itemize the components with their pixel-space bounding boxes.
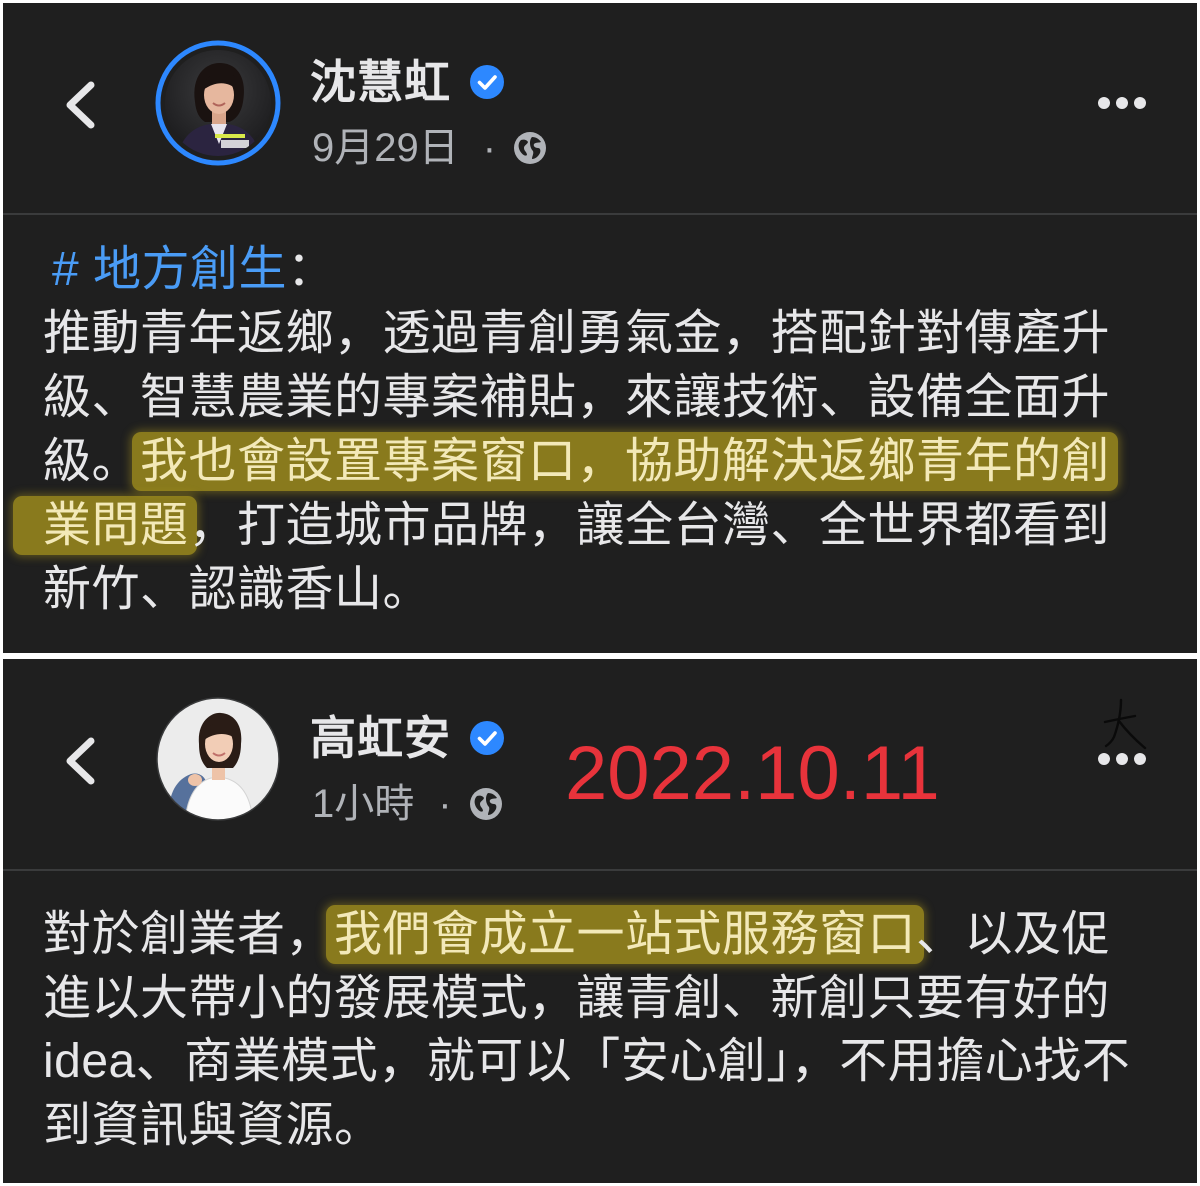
- post-timestamp[interactable]: 1小時: [312, 781, 414, 827]
- body-line: 對於創業者，我們會成立一站式服務窗口、以及促: [43, 903, 1130, 967]
- body-line: 新竹、認識香山。: [43, 558, 1110, 622]
- body-text: 進以大帶小的發展模式，讓青創、新創只要有好的: [43, 971, 1111, 1025]
- highlighted-text: 我也會設置專案窗口，協助解決返鄉青年的創: [132, 432, 1119, 491]
- more-options-icon: [1098, 753, 1146, 765]
- globe-icon: [514, 132, 547, 164]
- handwritten-mark: [1103, 698, 1147, 750]
- back-button[interactable]: [63, 736, 97, 786]
- date-annotation: 2022.10.11: [565, 731, 940, 816]
- header-divider: [3, 869, 1197, 871]
- profile-photo: [156, 697, 280, 821]
- more-options-button[interactable]: [1097, 752, 1147, 766]
- highlighted-text: 我們會成立一站式服務窗口: [326, 905, 925, 964]
- hashtag-link[interactable]: # 地方創生: [52, 243, 287, 296]
- body-text: idea、商業模式，就可以「安心創」，不用擔心找不: [43, 1035, 1131, 1088]
- body-text: ：: [287, 243, 336, 296]
- author-name[interactable]: 高虹安: [310, 712, 451, 764]
- header-divider: [3, 213, 1197, 215]
- body-line: 到資訊與資源。: [43, 1094, 1130, 1158]
- body-line: # 地方創生：: [43, 238, 1110, 302]
- body-line: 業問題，打造城市品牌，讓全台灣、全世界都看到: [13, 494, 1111, 558]
- body-line: 進以大帶小的發展模式，讓青創、新創只要有好的: [43, 967, 1130, 1031]
- body-text: ，打造城市品牌，讓全台灣、全世界都看到: [188, 499, 1111, 552]
- post-body: # 地方創生： 推動青年返鄉，透過青創勇氣金，搭配針對傳產升 級、智慧農業的專案…: [13, 238, 1119, 622]
- highlighted-text: 業問題: [13, 496, 197, 555]
- body-text: 推動青年返鄉，透過青創勇氣金，搭配針對傳產升: [43, 307, 1111, 360]
- post-meta: 1小時 ·: [312, 781, 504, 827]
- body-line: 級、智慧農業的專案補貼，來讓技術、設備全面升: [43, 366, 1110, 430]
- globe-icon: [469, 788, 502, 820]
- body-text: 級。: [43, 435, 141, 488]
- post-card: 高虹安 1小時 · 2022.10.11 對於創業者，我們會成立一站式服務窗口、…: [3, 659, 1197, 1183]
- author-row: 沈慧虹: [310, 56, 505, 108]
- more-options-button[interactable]: [1097, 96, 1147, 110]
- body-text: 到資訊與資源。: [43, 1098, 383, 1152]
- chevron-left-icon: [66, 737, 95, 785]
- body-text: 對於創業者，: [43, 908, 335, 961]
- profile-photo: [155, 40, 281, 166]
- back-button[interactable]: [63, 80, 97, 130]
- author-name[interactable]: 沈慧虹: [310, 56, 451, 108]
- post-meta: 9月29日 ·: [312, 125, 548, 171]
- body-text: 級、智慧農業的專案補貼，來讓技術、設備全面升: [43, 371, 1111, 424]
- post-timestamp[interactable]: 9月29日: [312, 125, 459, 171]
- verified-badge-icon: [470, 65, 504, 99]
- author-avatar[interactable]: [155, 696, 281, 822]
- post-card: 沈慧虹 9月29日 · # 地方創生： 推動青年返鄉，透過青創勇氣金，搭配針對傳…: [3, 3, 1197, 653]
- post-body: 對於創業者，我們會成立一站式服務窗口、以及促 進以大帶小的發展模式，讓青創、新創…: [43, 903, 1130, 1157]
- meta-separator: ·: [438, 782, 452, 826]
- body-line: 級。我也會設置專案窗口，協助解決返鄉青年的創: [43, 430, 1119, 494]
- author-row: 高虹安: [310, 712, 505, 764]
- more-options-icon: [1098, 97, 1146, 109]
- body-line: idea、商業模式，就可以「安心創」，不用擔心找不: [43, 1030, 1130, 1094]
- body-text: 新竹、認識香山。: [43, 563, 432, 616]
- body-text: 、以及促: [916, 908, 1111, 961]
- author-avatar[interactable]: [155, 40, 281, 166]
- verified-badge-icon: [470, 721, 504, 755]
- chevron-left-icon: [66, 81, 95, 129]
- body-line: 推動青年返鄉，透過青創勇氣金，搭配針對傳產升: [43, 302, 1110, 366]
- meta-separator: ·: [482, 126, 497, 170]
